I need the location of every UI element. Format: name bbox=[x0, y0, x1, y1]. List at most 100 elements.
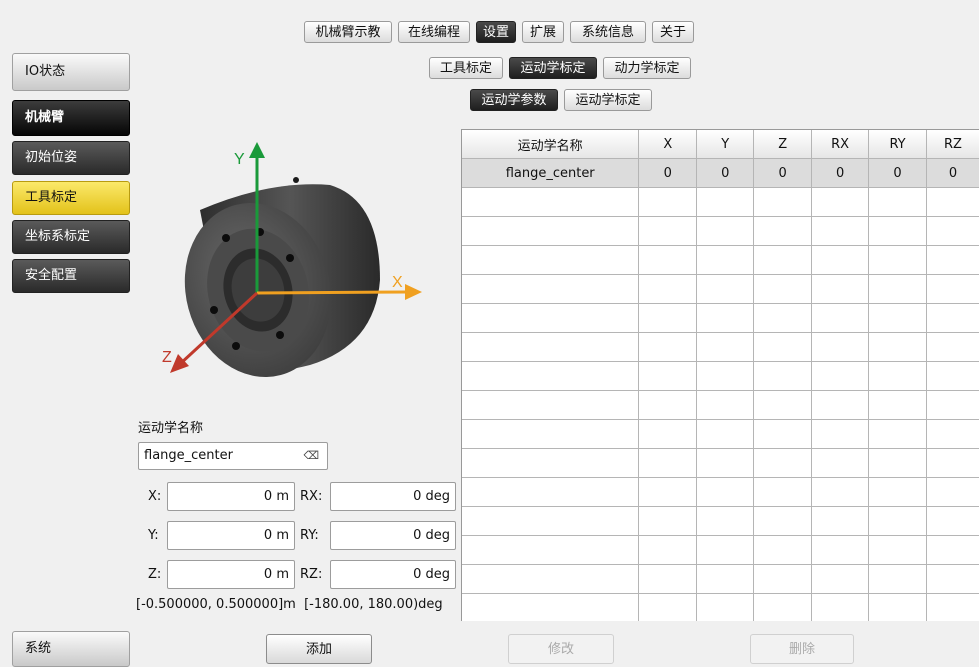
sidebar-io-status[interactable]: IO状态 bbox=[12, 53, 130, 91]
empty-table-row[interactable] bbox=[462, 420, 979, 449]
empty-cell bbox=[754, 420, 812, 449]
tab-system-info[interactable]: 系统信息 bbox=[570, 21, 646, 43]
empty-table-row[interactable] bbox=[462, 594, 979, 622]
empty-cell bbox=[639, 507, 697, 536]
empty-cell bbox=[697, 217, 754, 246]
empty-table-row[interactable] bbox=[462, 565, 979, 594]
table-header-row: 运动学名称 X Y Z RX RY RZ bbox=[462, 130, 979, 159]
col-header-z[interactable]: Z bbox=[754, 130, 812, 159]
empty-cell bbox=[812, 362, 869, 391]
tab-settings[interactable]: 设置 bbox=[476, 21, 516, 43]
sidebar-system[interactable]: 系统 bbox=[12, 631, 130, 667]
col-header-rx[interactable]: RX bbox=[812, 130, 869, 159]
kinematic-name-input[interactable]: flange_center ⌫ bbox=[138, 442, 328, 470]
tab-tool-calibration[interactable]: 工具标定 bbox=[429, 57, 503, 79]
tab-about[interactable]: 关于 bbox=[652, 21, 694, 43]
empty-cell bbox=[462, 246, 639, 275]
empty-cell bbox=[812, 507, 869, 536]
empty-cell bbox=[639, 565, 697, 594]
empty-cell bbox=[697, 565, 754, 594]
sidebar-robot-arm[interactable]: 机械臂 bbox=[12, 100, 130, 136]
empty-cell bbox=[754, 304, 812, 333]
empty-table-row[interactable] bbox=[462, 217, 979, 246]
empty-cell bbox=[462, 275, 639, 304]
y-field[interactable]: 0 m bbox=[167, 521, 295, 550]
x-axis-line bbox=[257, 292, 408, 293]
tab-kinematic-calib-sub[interactable]: 运动学标定 bbox=[564, 89, 652, 111]
sidebar-item-frame-calibration[interactable]: 坐标系标定 bbox=[12, 220, 130, 254]
empty-cell bbox=[462, 449, 639, 478]
empty-cell bbox=[754, 333, 812, 362]
tab-dynamic-calibration[interactable]: 动力学标定 bbox=[603, 57, 691, 79]
empty-table-row[interactable] bbox=[462, 391, 979, 420]
tab-online-programming[interactable]: 在线编程 bbox=[398, 21, 470, 43]
empty-cell bbox=[927, 507, 979, 536]
empty-cell bbox=[462, 420, 639, 449]
empty-cell bbox=[927, 275, 979, 304]
col-header-name[interactable]: 运动学名称 bbox=[462, 130, 639, 159]
empty-cell bbox=[462, 565, 639, 594]
tab-extension[interactable]: 扩展 bbox=[522, 21, 564, 43]
empty-cell bbox=[927, 304, 979, 333]
add-button[interactable]: 添加 bbox=[266, 634, 372, 664]
empty-cell bbox=[869, 449, 927, 478]
empty-cell bbox=[869, 536, 927, 565]
sidebar-item-initial-pose[interactable]: 初始位姿 bbox=[12, 141, 130, 175]
empty-table-row[interactable] bbox=[462, 362, 979, 391]
x-axis-arrow-icon bbox=[405, 284, 422, 300]
kinematic-name-value: flange_center bbox=[144, 448, 233, 463]
cell-rx: 0 bbox=[812, 159, 869, 188]
empty-cell bbox=[869, 565, 927, 594]
empty-cell bbox=[869, 478, 927, 507]
empty-cell bbox=[639, 246, 697, 275]
kinematic-params-table: 运动学名称 X Y Z RX RY RZ flange_center 0 0 0… bbox=[462, 130, 979, 621]
empty-cell bbox=[869, 507, 927, 536]
empty-table-row[interactable] bbox=[462, 333, 979, 362]
tab-kinematic-calibration[interactable]: 运动学标定 bbox=[509, 57, 597, 79]
z-field[interactable]: 0 m bbox=[167, 560, 295, 589]
empty-table-row[interactable] bbox=[462, 536, 979, 565]
col-header-rz[interactable]: RZ bbox=[927, 130, 979, 159]
empty-table-row[interactable] bbox=[462, 304, 979, 333]
kinematic-name-label: 运动学名称 bbox=[138, 417, 203, 436]
empty-cell bbox=[754, 188, 812, 217]
x-field[interactable]: 0 m bbox=[167, 482, 295, 511]
empty-cell bbox=[754, 507, 812, 536]
empty-cell bbox=[639, 188, 697, 217]
rx-field[interactable]: 0 deg bbox=[330, 482, 456, 511]
empty-table-row[interactable] bbox=[462, 507, 979, 536]
tab-kinematic-params[interactable]: 运动学参数 bbox=[470, 89, 558, 111]
sidebar-item-tool-calibration[interactable]: 工具标定 bbox=[12, 181, 130, 215]
table-row[interactable]: flange_center 0 0 0 0 0 0 bbox=[462, 159, 979, 188]
empty-cell bbox=[697, 594, 754, 622]
modify-button[interactable]: 修改 bbox=[508, 634, 614, 664]
empty-cell bbox=[462, 536, 639, 565]
empty-table-row[interactable] bbox=[462, 478, 979, 507]
rz-field[interactable]: 0 deg bbox=[330, 560, 456, 589]
empty-cell bbox=[462, 304, 639, 333]
sidebar-item-safety-config[interactable]: 安全配置 bbox=[12, 259, 130, 293]
empty-cell bbox=[462, 362, 639, 391]
empty-cell bbox=[869, 246, 927, 275]
empty-cell bbox=[812, 449, 869, 478]
empty-cell bbox=[812, 217, 869, 246]
col-header-y[interactable]: Y bbox=[697, 130, 754, 159]
col-header-ry[interactable]: RY bbox=[869, 130, 927, 159]
empty-cell bbox=[639, 594, 697, 622]
empty-table-row[interactable] bbox=[462, 188, 979, 217]
col-header-x[interactable]: X bbox=[639, 130, 697, 159]
clear-input-icon[interactable]: ⌫ bbox=[303, 443, 319, 469]
empty-cell bbox=[869, 420, 927, 449]
empty-cell bbox=[639, 304, 697, 333]
empty-cell bbox=[927, 391, 979, 420]
tab-arm-teach[interactable]: 机械臂示教 bbox=[304, 21, 392, 43]
empty-table-row[interactable] bbox=[462, 275, 979, 304]
empty-cell bbox=[812, 420, 869, 449]
empty-cell bbox=[754, 478, 812, 507]
empty-table-row[interactable] bbox=[462, 246, 979, 275]
empty-cell bbox=[869, 304, 927, 333]
empty-table-row[interactable] bbox=[462, 449, 979, 478]
delete-button[interactable]: 删除 bbox=[750, 634, 854, 664]
ry-field[interactable]: 0 deg bbox=[330, 521, 456, 550]
empty-cell bbox=[639, 391, 697, 420]
